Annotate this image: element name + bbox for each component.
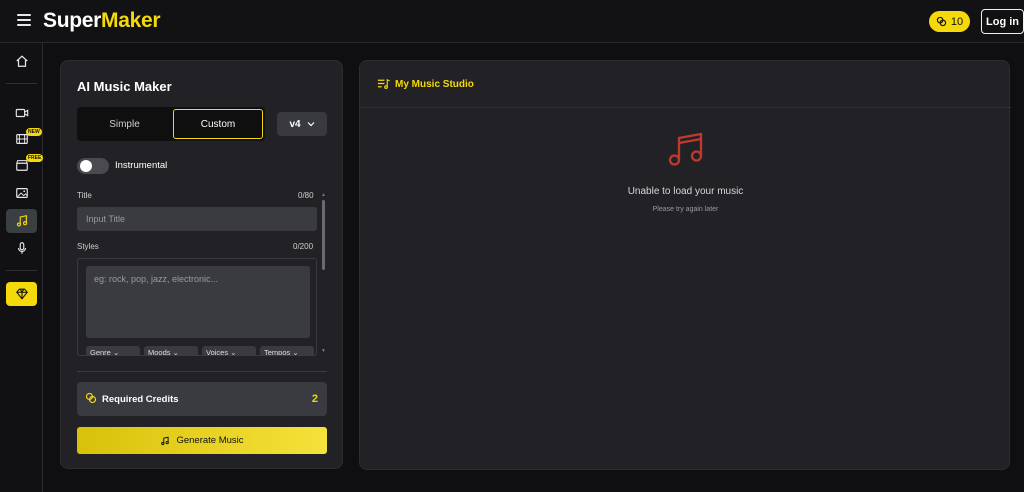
empty-state-subtitle: Please try again later (652, 206, 719, 213)
required-credits-box: Required Credits 2 (77, 382, 327, 416)
sidebar-divider (6, 83, 37, 84)
music-note-icon (161, 436, 170, 445)
empty-state-title: Unable to load your music (627, 186, 744, 197)
chip-moods[interactable]: Moods ⌄ (144, 346, 198, 356)
new-badge: NEW (26, 128, 42, 136)
music-studio-panel: My Music Studio Unable to load your musi… (359, 60, 1011, 470)
studio-title: My Music Studio (395, 79, 474, 90)
section-divider (77, 371, 327, 372)
sidebar: NEW FREE (0, 43, 44, 492)
version-value: v4 (289, 118, 301, 130)
toggle-knob (80, 160, 92, 172)
brand-name-part2: Maker (101, 9, 161, 32)
free-badge: FREE (26, 154, 44, 162)
microphone-icon (17, 242, 26, 254)
version-select[interactable]: v4 (277, 112, 327, 136)
title-counter: 0/80 (298, 191, 314, 200)
home-icon (15, 55, 28, 67)
music-note-icon (16, 215, 27, 227)
title-label: Title (77, 191, 92, 200)
generate-music-button[interactable]: Generate Music (77, 427, 327, 454)
chip-label: Genre (90, 348, 111, 356)
coins-icon (85, 392, 97, 404)
credits-count: 10 (950, 15, 964, 28)
styles-counter: 0/200 (293, 242, 314, 251)
panel-title: AI Music Maker (77, 79, 172, 94)
diamond-icon (15, 288, 28, 300)
form-scrollbar[interactable]: ▲ ▼ (321, 192, 326, 354)
scroll-thumb[interactable] (322, 200, 325, 270)
instrumental-toggle[interactable] (77, 158, 109, 174)
chip-genre[interactable]: Genre ⌄ (86, 346, 140, 356)
sidebar-item-video[interactable] (6, 101, 37, 125)
styles-input[interactable] (86, 266, 310, 338)
title-input[interactable] (77, 207, 317, 231)
sidebar-item-image[interactable] (6, 181, 37, 205)
mode-switch: Simple Custom (77, 107, 265, 141)
styles-label: Styles (77, 242, 99, 251)
chip-tempos[interactable]: Tempos ⌄ (260, 346, 314, 356)
sidebar-item-film[interactable]: NEW (6, 127, 42, 151)
chip-voices[interactable]: Voices ⌄ (202, 346, 256, 356)
top-bar: SuperMaker 10 Log in (0, 0, 1024, 43)
hamburger-menu-icon[interactable] (17, 14, 31, 26)
brand-logo[interactable]: SuperMaker (43, 9, 161, 33)
sidebar-item-voice[interactable] (6, 236, 37, 260)
chevron-down-icon (307, 122, 314, 127)
login-button[interactable]: Log in (981, 9, 1024, 34)
sidebar-item-music[interactable] (6, 209, 37, 233)
chip-label: Voices (206, 348, 229, 356)
sidebar-item-home[interactable] (6, 49, 37, 73)
sidebar-divider (6, 270, 37, 271)
required-credits-label: Required Credits (102, 394, 179, 405)
brand-name-part1: Super (43, 9, 102, 32)
music-maker-panel: AI Music Maker Simple Custom v4 Instrume… (60, 60, 343, 469)
video-camera-icon (15, 108, 28, 118)
playlist-icon (377, 78, 390, 89)
mode-custom-button[interactable]: Custom (173, 109, 263, 139)
studio-header: My Music Studio (360, 61, 1011, 108)
required-credits-value: 2 (311, 393, 318, 405)
chip-label: Moods (148, 348, 171, 356)
sidebar-item-premium[interactable] (6, 282, 37, 306)
music-note-error-icon (668, 132, 703, 166)
image-icon (15, 188, 28, 198)
credits-badge[interactable]: 10 (929, 11, 970, 32)
generate-label: Generate Music (176, 435, 244, 446)
sidebar-item-clapper[interactable]: FREE (6, 153, 44, 177)
scroll-down-arrow[interactable]: ▼ (321, 348, 326, 354)
style-chip-row: Genre ⌄ Moods ⌄ Voices ⌄ Tempos ⌄ (86, 346, 314, 356)
scroll-up-arrow[interactable]: ▲ (321, 192, 326, 198)
instrumental-label: Instrumental (115, 160, 168, 171)
styles-box: Genre ⌄ Moods ⌄ Voices ⌄ Tempos ⌄ (77, 258, 317, 356)
coins-icon (936, 16, 947, 27)
mode-simple-button[interactable]: Simple (77, 107, 172, 141)
chip-label: Tempos (264, 348, 291, 356)
